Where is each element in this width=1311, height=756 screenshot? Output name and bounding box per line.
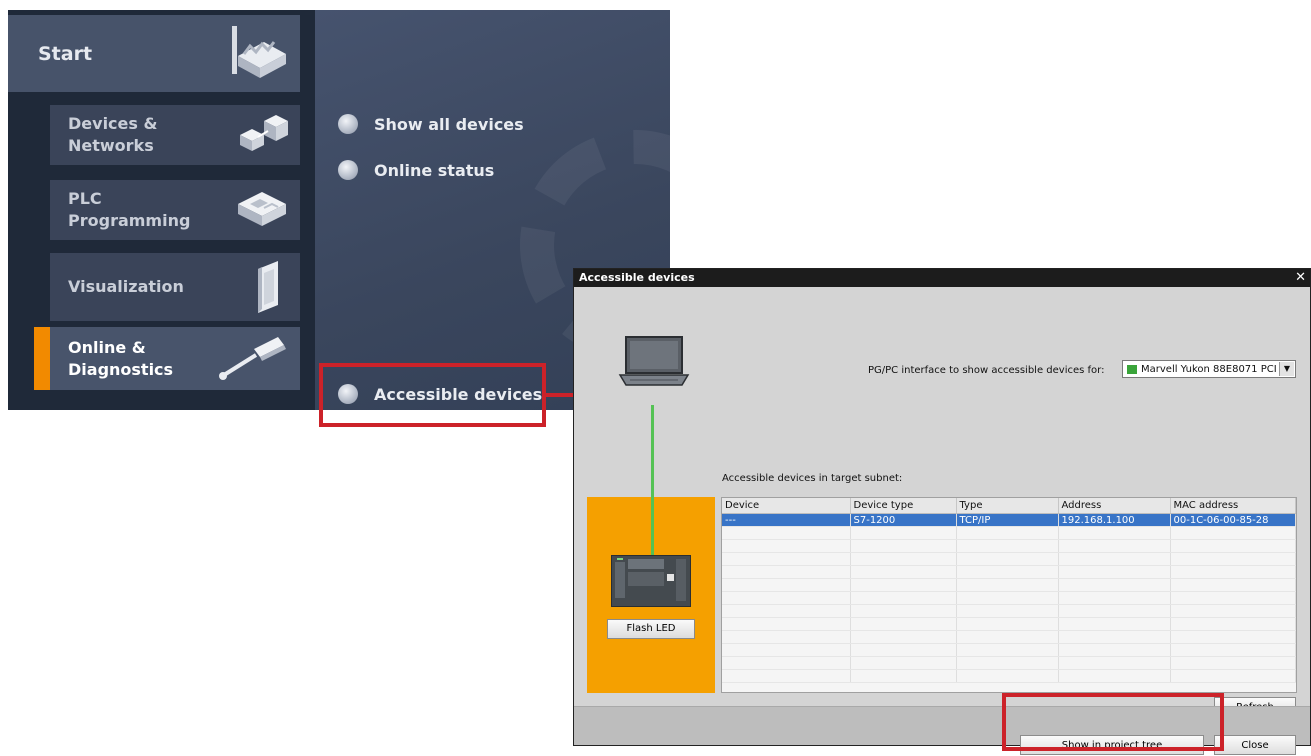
radio-dot-icon <box>338 160 358 180</box>
column-header-device-type[interactable]: Device type <box>850 498 957 514</box>
cell-address: 192.168.1.100 <box>1058 513 1171 527</box>
hmi-panel-icon <box>246 257 290 317</box>
pgpc-interface-label: PG/PC interface to show accessible devic… <box>868 365 1105 376</box>
column-header-mac-address[interactable]: MAC address <box>1170 498 1296 514</box>
dialog-body: Flash LED PG/PC interface to show access… <box>574 287 1310 755</box>
factory-icon <box>224 24 290 84</box>
show-all-devices-label: Show all devices <box>374 114 524 134</box>
pgpc-interface-select[interactable]: Marvell Yukon 88E8071 PCI ▼ <box>1122 360 1296 378</box>
empty-row <box>722 526 1296 540</box>
s7-1200-plc-icon <box>611 555 691 607</box>
cell-device-type: S7-1200 <box>850 513 957 527</box>
network-card-icon <box>1127 364 1137 374</box>
table-header-row: Device Device type Type Address MAC addr… <box>722 498 1296 514</box>
empty-row <box>722 539 1296 553</box>
online-status-label: Online status <box>374 160 495 180</box>
empty-row <box>722 656 1296 670</box>
close-icon[interactable]: ✕ <box>1295 269 1306 287</box>
empty-row <box>722 552 1296 566</box>
sidebar-item-visualization[interactable]: Visualization <box>50 253 300 321</box>
devices-table: Device Device type Type Address MAC addr… <box>721 497 1297 693</box>
cell-type: TCP/IP <box>956 513 1059 527</box>
dialog-title: Accessible devices <box>579 271 695 284</box>
show-in-project-tree-highlight <box>1002 693 1224 751</box>
start-tile[interactable]: Start <box>8 15 300 92</box>
sidebar-item-online-diagnostics[interactable]: Online & Diagnostics <box>50 327 300 390</box>
empty-row <box>722 565 1296 579</box>
radio-dot-icon <box>338 114 358 134</box>
show-all-devices-link[interactable]: Show all devices <box>338 114 524 134</box>
cell-mac: 00-1C-06-00-85-28 <box>1170 513 1296 527</box>
empty-row <box>722 669 1296 683</box>
empty-row <box>722 643 1296 657</box>
connection-line-overlay <box>651 405 654 555</box>
empty-row <box>722 630 1296 644</box>
pgpc-interface-value: Marvell Yukon 88E8071 PCI <box>1141 364 1277 375</box>
active-tile-accent <box>34 327 50 390</box>
sidebar-item-devices-networks[interactable]: Devices & Networks <box>50 105 300 165</box>
dialog-titlebar: Accessible devices ✕ <box>574 269 1310 287</box>
empty-row <box>722 591 1296 605</box>
chevron-down-icon[interactable]: ▼ <box>1279 362 1294 376</box>
column-header-type[interactable]: Type <box>956 498 1059 514</box>
table-row[interactable]: --- S7-1200 TCP/IP 192.168.1.100 00-1C-0… <box>722 513 1296 527</box>
devices-networks-label: Devices & Networks <box>68 114 158 155</box>
close-button[interactable]: Close <box>1214 735 1296 755</box>
column-header-address[interactable]: Address <box>1058 498 1171 514</box>
subnet-label: Accessible devices in target subnet: <box>722 473 903 484</box>
start-label: Start <box>38 42 93 65</box>
column-header-device[interactable]: Device <box>722 498 851 514</box>
cell-device: --- <box>722 513 851 527</box>
empty-row <box>722 617 1296 631</box>
plc-programming-label: PLC Programming <box>68 189 191 230</box>
online-status-link[interactable]: Online status <box>338 160 494 180</box>
empty-row <box>722 604 1296 618</box>
screwdriver-icon <box>214 331 290 387</box>
online-diagnostics-label: Online & Diagnostics <box>68 337 174 379</box>
accessible-devices-dialog: Accessible devices ✕ Flash LED PG/PC int… <box>573 268 1311 755</box>
plc-icon <box>234 186 290 234</box>
visualization-label: Visualization <box>68 277 184 296</box>
network-devices-icon <box>236 113 290 157</box>
portal-view: Start Devices & Networks PLC Programming… <box>8 10 670 410</box>
accessible-devices-highlight <box>319 363 546 427</box>
laptop-icon <box>616 335 692 391</box>
empty-row <box>722 578 1296 592</box>
flash-led-button[interactable]: Flash LED <box>607 619 695 639</box>
sidebar-item-plc-programming[interactable]: PLC Programming <box>50 180 300 240</box>
